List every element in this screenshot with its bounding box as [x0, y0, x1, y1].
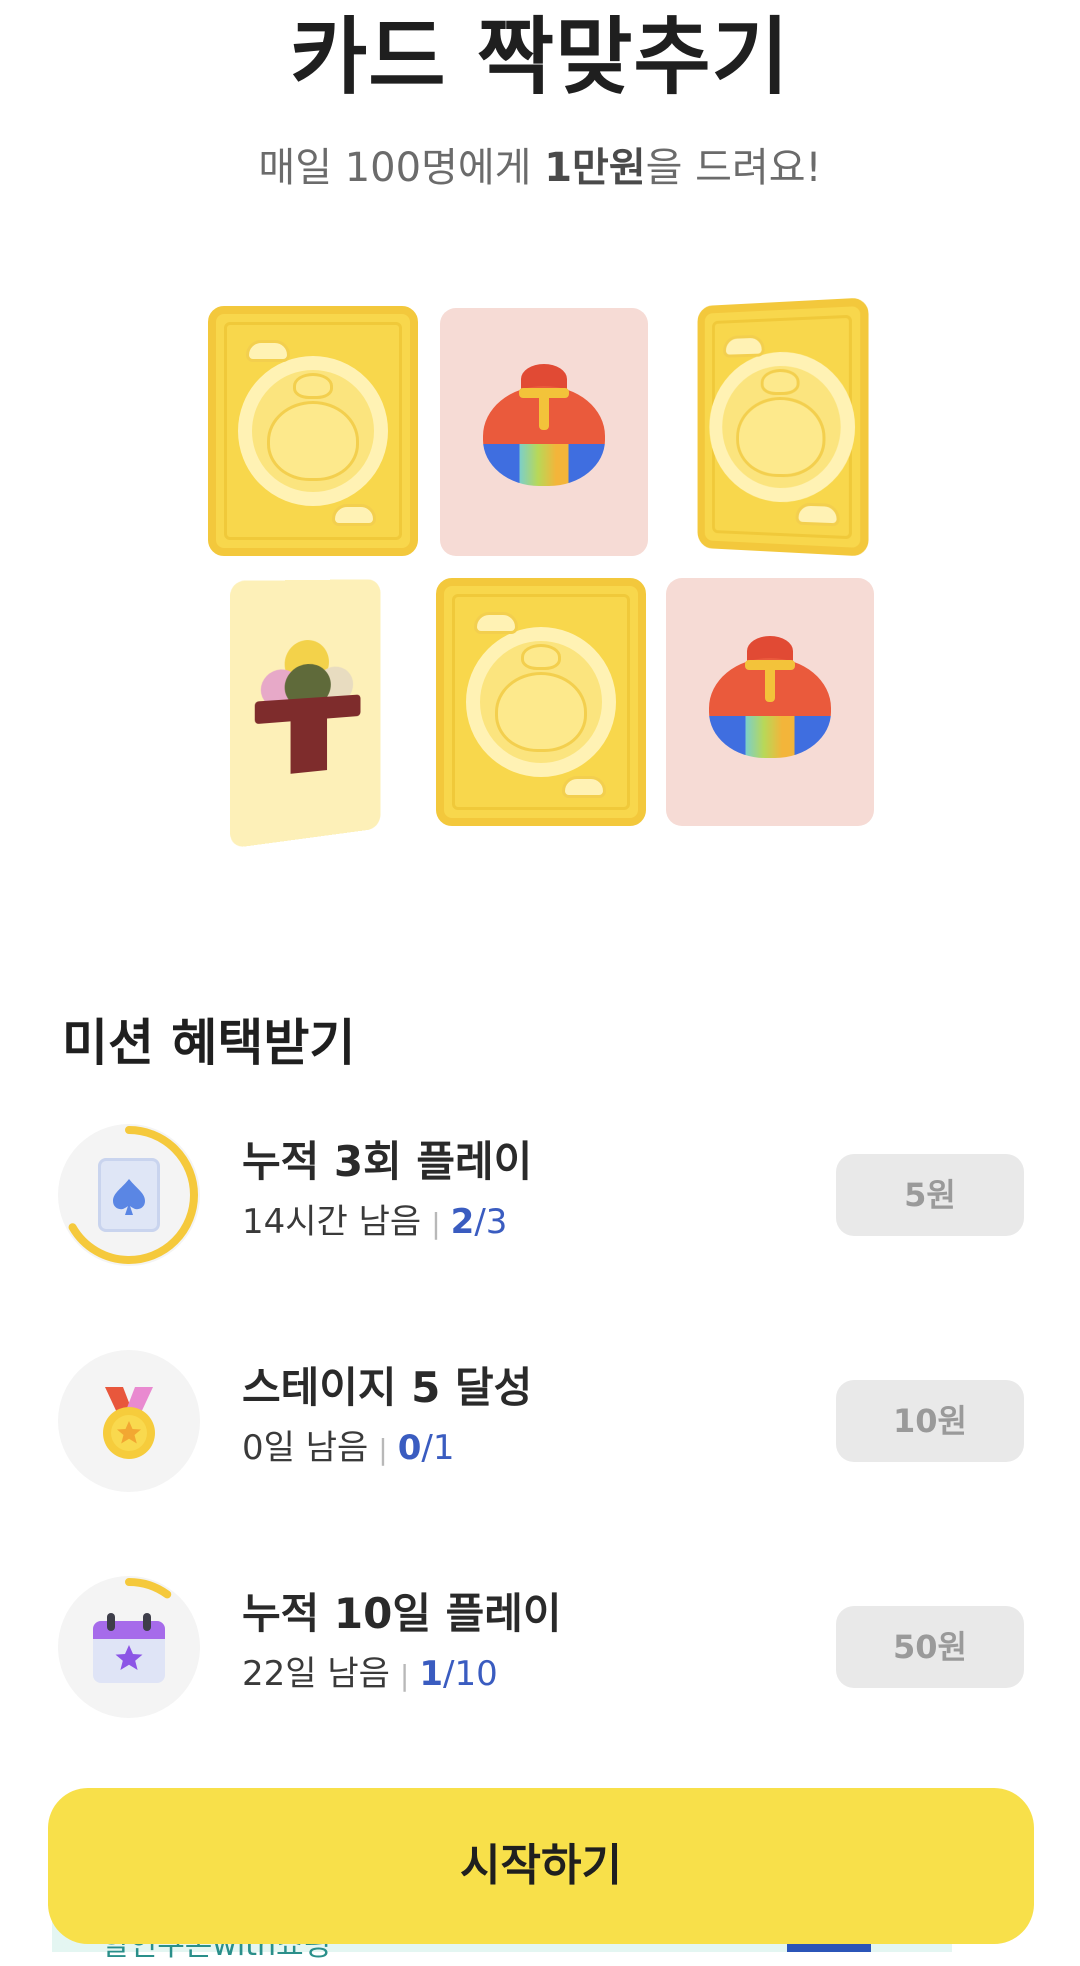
subtitle-prefix: 매일 100명에게: [258, 145, 545, 191]
mission-progress-ring: [58, 1124, 200, 1266]
reward-button[interactable]: 50원: [836, 1606, 1024, 1688]
mission-total-count: /10: [443, 1654, 498, 1694]
mission-total-count: /3: [474, 1202, 508, 1242]
reward-button[interactable]: 10원: [836, 1380, 1024, 1462]
mission-current-count: 1: [419, 1654, 444, 1694]
card-face: [230, 579, 381, 849]
mission-remaining: 14시간 남음: [242, 1202, 422, 1242]
mission-item: 스테이지 5 달성 0일 남음 | 0/1 10원: [0, 1346, 1080, 1496]
card-back: [208, 306, 418, 556]
calendar-star-icon: [91, 1613, 167, 1685]
lucky-pouch-icon: [709, 636, 831, 758]
mission-remaining: 0일 남음: [242, 1428, 369, 1468]
lucky-pouch-icon: [483, 364, 605, 486]
card-face: [440, 308, 648, 556]
medal-icon: [99, 1383, 159, 1463]
reward-button[interactable]: 5원: [836, 1154, 1024, 1236]
mission-name: 누적 3회 플레이: [242, 1137, 533, 1186]
page-title: 카드 짝맞추기: [290, 8, 790, 106]
rice-cake-icon: [254, 638, 361, 776]
mission-item: 누적 10일 플레이 22일 남음 | 1/10 50원: [0, 1572, 1080, 1722]
mission-progress-ring: [58, 1576, 200, 1718]
card-back: [697, 297, 869, 557]
mission-current-count: 0: [397, 1428, 422, 1468]
mission-name: 누적 10일 플레이: [242, 1589, 562, 1638]
spade-card-icon: [98, 1158, 160, 1232]
mission-remaining: 22일 남음: [242, 1654, 390, 1694]
mission-item: 누적 3회 플레이 14시간 남음 | 2/3 5원: [0, 1120, 1080, 1270]
missions-title: 미션 혜택받기: [62, 1014, 356, 1072]
mission-progress-ring: [58, 1350, 200, 1492]
mission-meta: 0일 남음 | 0/1: [242, 1424, 454, 1474]
mission-meta: 14시간 남음 | 2/3: [242, 1198, 507, 1248]
card-face: [666, 578, 874, 826]
start-button[interactable]: 시작하기: [48, 1788, 1034, 1944]
meta-divider: |: [431, 1207, 441, 1240]
mission-current-count: 2: [450, 1202, 475, 1242]
subtitle-prize: 1만원: [544, 145, 646, 191]
mission-total-count: /1: [421, 1428, 455, 1468]
page-subtitle: 매일 100명에게 1만원을 드려요!: [0, 138, 1080, 198]
card-back: [436, 578, 646, 826]
mission-meta: 22일 남음 | 1/10: [242, 1650, 498, 1700]
mission-name: 스테이지 5 달성: [242, 1363, 533, 1412]
meta-divider: |: [378, 1433, 388, 1466]
subtitle-suffix: 을 드려요!: [645, 145, 822, 191]
meta-divider: |: [399, 1659, 410, 1692]
